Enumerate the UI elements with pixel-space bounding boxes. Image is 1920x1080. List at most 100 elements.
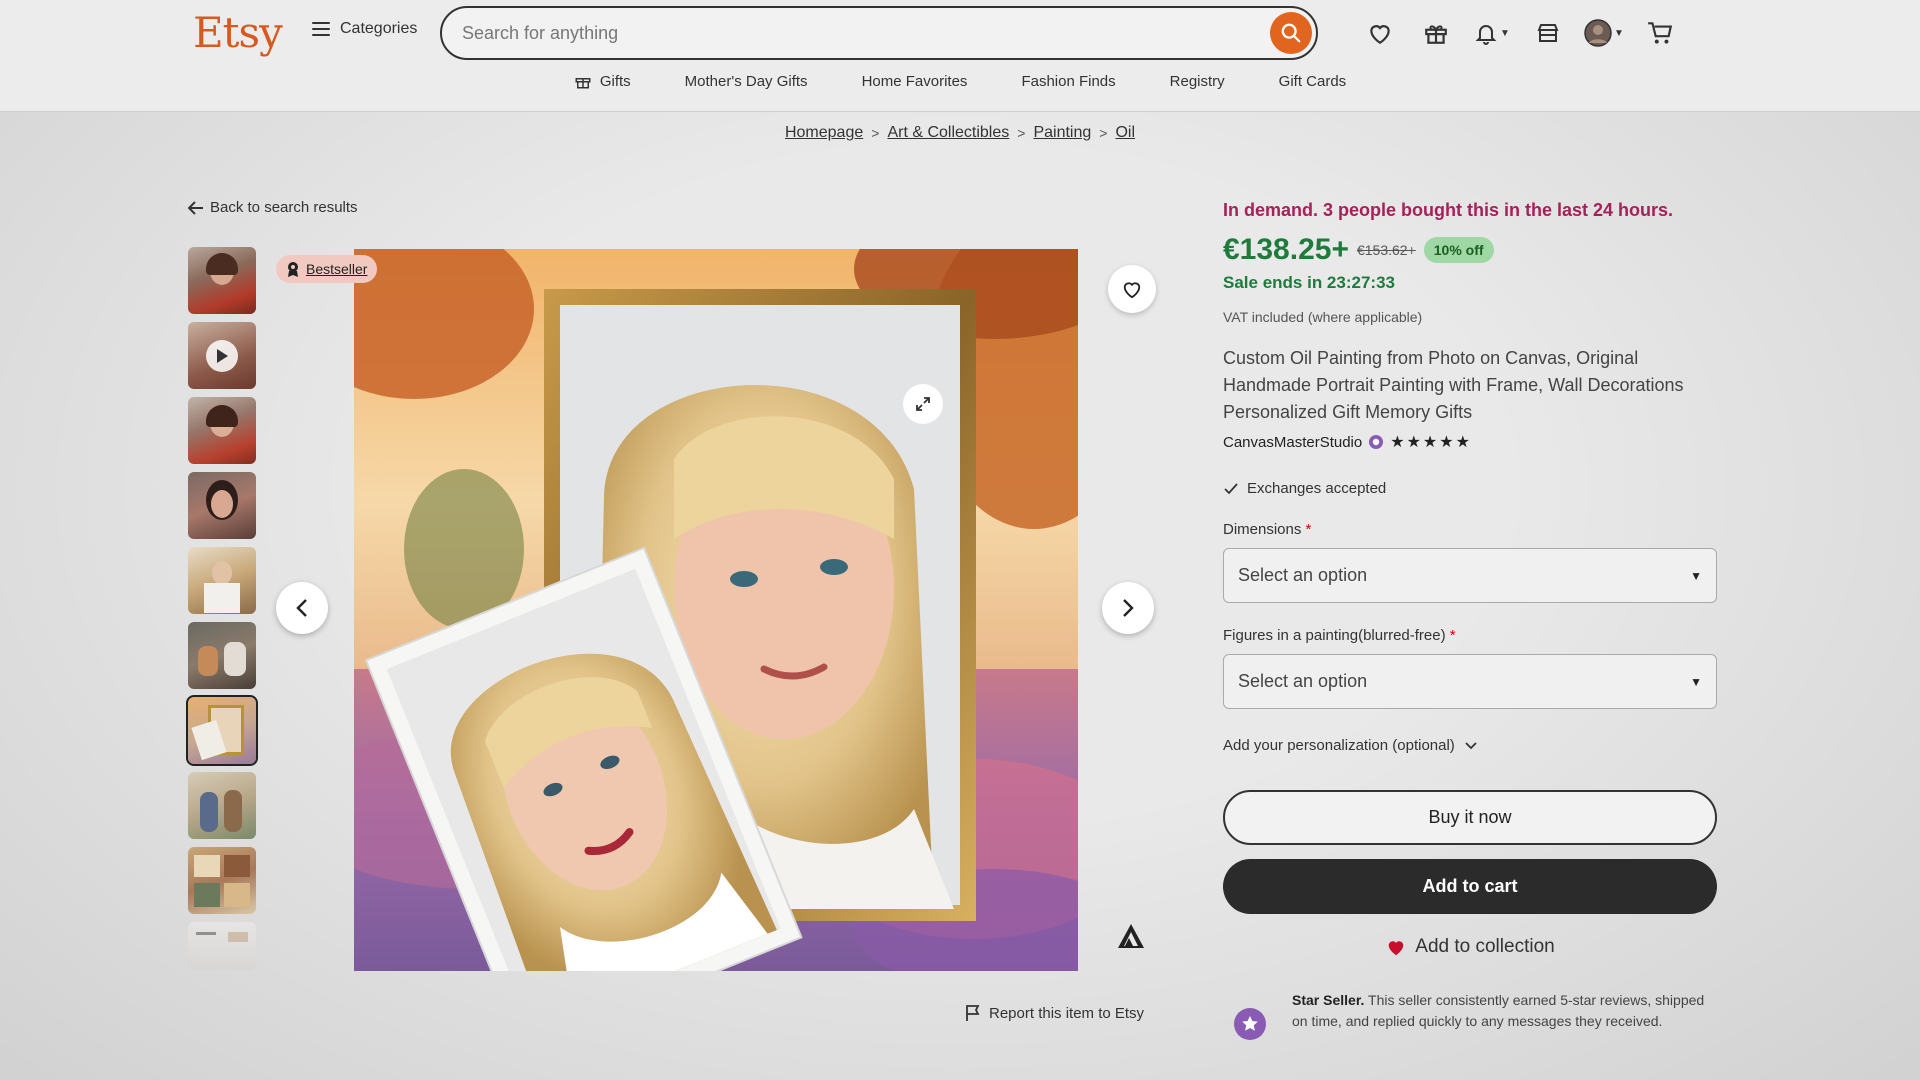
caret-down-icon: ▼	[1690, 568, 1702, 583]
back-to-results-link[interactable]: Back to search results	[188, 199, 358, 216]
shop-row: CanvasMasterStudio ★★★★★	[1223, 432, 1717, 452]
categories-label: Categories	[340, 20, 418, 37]
bestseller-label: Bestseller	[306, 261, 368, 277]
report-item-link[interactable]: Report this item to Etsy	[965, 1004, 1144, 1022]
personalization-toggle[interactable]: Add your personalization (optional)	[1223, 737, 1717, 754]
search-input[interactable]	[462, 18, 1242, 48]
breadcrumb-separator: >	[1099, 125, 1108, 141]
add-to-collection-label: Add to collection	[1415, 936, 1555, 957]
site-header: Etsy Categories ▼ ▼	[0, 0, 1920, 112]
thumbnail[interactable]	[188, 397, 256, 464]
cart-icon	[1648, 22, 1673, 44]
thumbnail[interactable]	[188, 247, 256, 314]
avatar	[1584, 19, 1612, 47]
star-seller-text: Star Seller. This seller consistently ea…	[1292, 990, 1718, 1040]
bestseller-badge[interactable]: Bestseller	[276, 255, 378, 283]
cart-button[interactable]	[1632, 16, 1688, 50]
breadcrumb-painting[interactable]: Painting	[1033, 124, 1091, 142]
gift-button[interactable]	[1408, 16, 1464, 50]
thumbnail[interactable]	[188, 547, 256, 614]
figures-select[interactable]: Select an option ▼	[1223, 654, 1717, 709]
price-row: €138.25+ €153.62+ 10% off	[1223, 233, 1717, 267]
add-to-cart-button[interactable]: Add to cart	[1223, 859, 1717, 914]
thumbnail[interactable]	[188, 922, 256, 970]
thumbnail[interactable]	[188, 772, 256, 839]
nav-item-mothers-day[interactable]: Mother's Day Gifts	[658, 72, 835, 90]
menu-icon	[312, 22, 330, 36]
required-mark: *	[1449, 627, 1456, 644]
buy-it-now-button[interactable]: Buy it now	[1223, 790, 1717, 845]
heart-filled-icon	[1389, 941, 1404, 956]
figures-select-value: Select an option	[1238, 671, 1368, 691]
breadcrumb: Homepage > Art & Collectibles > Painting…	[0, 124, 1920, 142]
next-image-button[interactable]	[1102, 582, 1154, 634]
thumbnail-list	[186, 247, 258, 978]
favorite-item-button[interactable]	[1108, 265, 1156, 313]
sale-countdown: Sale ends in 23:27:33	[1223, 273, 1395, 292]
report-label: Report this item to Etsy	[989, 1004, 1145, 1022]
thumbnail[interactable]	[188, 622, 256, 689]
nav-item-label: Registry	[1169, 72, 1225, 90]
product-image[interactable]	[354, 249, 1078, 971]
search-button[interactable]	[1270, 12, 1312, 54]
star-seller-title: Star Seller.	[1292, 992, 1365, 1008]
header-icons: ▼ ▼	[1352, 16, 1688, 50]
breadcrumb-separator: >	[1017, 125, 1026, 141]
brand-mark-icon	[1116, 922, 1146, 955]
chevron-down-icon: ▼	[1500, 27, 1510, 39]
flag-icon	[966, 1005, 980, 1021]
portrait-painting-image	[354, 249, 1078, 971]
nav-item-gifts[interactable]: Gifts	[547, 72, 658, 90]
exchanges-label: Exchanges accepted	[1247, 480, 1387, 497]
search-icon	[1281, 23, 1301, 43]
back-label: Back to search results	[210, 199, 358, 216]
breadcrumb-art-collectibles[interactable]: Art & Collectibles	[887, 124, 1009, 142]
vat-note: VAT included (where applicable)	[1223, 309, 1423, 325]
shop-name-link[interactable]: CanvasMasterStudio	[1223, 434, 1362, 451]
shop-manager-button[interactable]	[1520, 16, 1576, 50]
thumbnail[interactable]	[188, 847, 256, 914]
categories-button[interactable]: Categories	[312, 20, 417, 38]
chevron-right-icon	[1123, 599, 1134, 617]
star-seller-icon	[1234, 1008, 1266, 1040]
nav-item-registry[interactable]: Registry	[1143, 72, 1252, 90]
star-seller-info: Star Seller. This seller consistently ea…	[1234, 990, 1718, 1040]
check-icon	[1224, 482, 1238, 494]
add-to-collection-button[interactable]: Add to collection	[1223, 936, 1717, 958]
required-mark: *	[1305, 521, 1312, 538]
main-image-gallery: Bestseller	[268, 247, 1154, 973]
caret-down-icon: ▼	[1690, 674, 1702, 689]
dimensions-select[interactable]: Select an option ▼	[1223, 548, 1717, 603]
nav-item-gift-cards[interactable]: Gift Cards	[1252, 72, 1374, 90]
dimensions-select-value: Select an option	[1238, 565, 1368, 585]
expand-icon	[916, 397, 930, 411]
thumbnail-video[interactable]	[188, 322, 256, 389]
notifications-button[interactable]: ▼	[1464, 16, 1520, 50]
product-details-panel: In demand. 3 people bought this in the l…	[1223, 200, 1717, 958]
heart-icon	[1370, 25, 1390, 45]
favorites-button[interactable]	[1352, 16, 1408, 50]
thumbnail-selected[interactable]	[186, 695, 258, 766]
breadcrumb-oil[interactable]: Oil	[1115, 124, 1135, 142]
award-icon	[288, 262, 298, 277]
account-button[interactable]: ▼	[1576, 16, 1632, 50]
previous-image-button[interactable]	[276, 582, 328, 634]
etsy-logo[interactable]: Etsy	[193, 8, 283, 57]
nav-item-home-favorites[interactable]: Home Favorites	[835, 72, 995, 90]
heart-icon	[1123, 282, 1141, 299]
price: €138.25+	[1223, 233, 1349, 266]
expand-image-button[interactable]	[903, 384, 943, 424]
breadcrumb-homepage[interactable]: Homepage	[785, 124, 863, 142]
nav-item-label: Fashion Finds	[1021, 72, 1116, 90]
product-title: Custom Oil Painting from Photo on Canvas…	[1223, 348, 1684, 422]
nav-item-label: Mother's Day Gifts	[684, 72, 808, 90]
nav-item-fashion-finds[interactable]: Fashion Finds	[994, 72, 1142, 90]
nav-item-label: Gifts	[599, 72, 631, 90]
bell-icon	[1475, 25, 1497, 45]
thumbnail[interactable]	[188, 472, 256, 539]
search-bar	[440, 6, 1318, 60]
chevron-down-icon: ▼	[1614, 27, 1624, 39]
arrow-left-icon	[188, 200, 203, 215]
rating-stars[interactable]: ★★★★★	[1390, 432, 1472, 452]
breadcrumb-separator: >	[871, 125, 880, 141]
